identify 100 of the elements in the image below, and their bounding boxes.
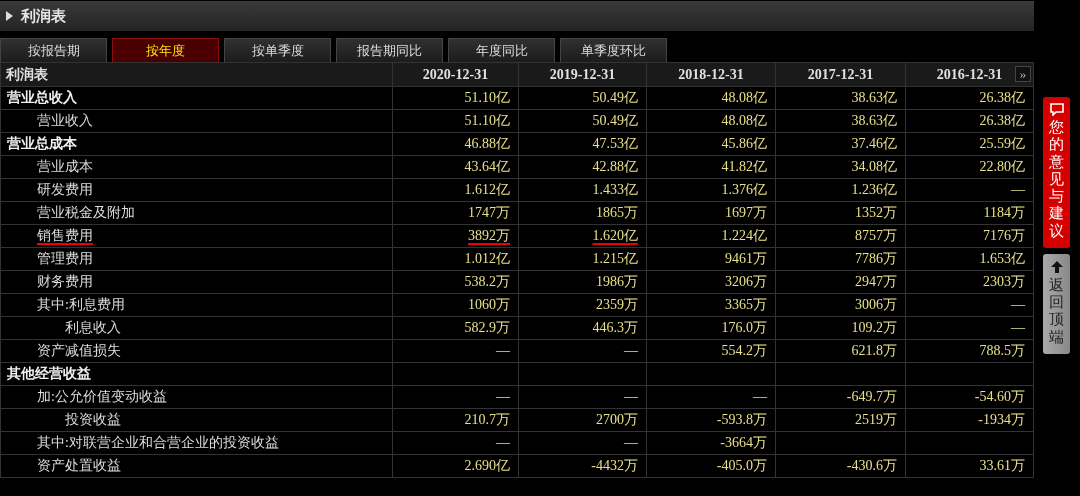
table-cell: 446.3万 (592, 320, 638, 335)
table-cell: 2359万 (596, 297, 638, 312)
row-label: 销售费用 (37, 227, 93, 245)
row-label: 管理费用 (37, 250, 93, 268)
tab[interactable]: 按单季度 (224, 38, 331, 62)
table-cell: 2519万 (855, 412, 897, 427)
table-cell: 26.38亿 (979, 90, 1025, 105)
table-cell: 210.7万 (464, 412, 510, 427)
back-to-top-button[interactable]: 返回顶端 (1043, 253, 1070, 354)
table-cell: 1.433亿 (592, 182, 638, 197)
table-cell: 621.8万 (851, 343, 897, 358)
speech-bubble-icon (1049, 103, 1064, 116)
table-cell: -1934万 (978, 412, 1025, 427)
row-label: 利息收入 (65, 319, 121, 337)
table-cell: — (1011, 320, 1025, 335)
table-cell: 45.86亿 (721, 136, 767, 151)
table-cell: — (624, 435, 638, 450)
table-cell: — (496, 389, 510, 404)
table-cell: 2700万 (596, 412, 638, 427)
table-cell: -405.0万 (716, 458, 767, 473)
row-label: 其中:对联营企业和合营企业的投资收益 (37, 434, 279, 452)
row-label: 投资收益 (65, 411, 121, 429)
table-cell: — (753, 389, 767, 404)
table-cell: 22.80亿 (979, 159, 1025, 174)
table-cell: -649.7万 (846, 389, 897, 404)
table-cell: 51.10亿 (464, 113, 510, 128)
tab[interactable]: 按报告期 (0, 38, 107, 62)
table-cell: 25.59亿 (979, 136, 1025, 151)
table-cell: 3365万 (725, 297, 767, 312)
table-cell: 50.49亿 (592, 113, 638, 128)
table-cell: 538.2万 (464, 274, 510, 289)
table-cell: 3892万 (468, 228, 510, 243)
table-cell: 1697万 (725, 205, 767, 220)
row-label: 营业成本 (37, 158, 93, 176)
table-cell: 7176万 (983, 228, 1025, 243)
table-cell: 1.012亿 (464, 251, 510, 266)
table-cell: 34.08亿 (851, 159, 897, 174)
table-cell: 9461万 (725, 251, 767, 266)
column-header: 2017-12-31 (807, 66, 874, 82)
table-cell: 1.653亿 (979, 251, 1025, 266)
feedback-button[interactable]: 您的意见与建议 (1043, 97, 1070, 248)
up-arrow-icon (1049, 259, 1064, 274)
tab[interactable]: 年度同比 (448, 38, 555, 62)
table-cell: 37.46亿 (851, 136, 897, 151)
table-cell: 2303万 (983, 274, 1025, 289)
row-label: 营业总收入 (7, 89, 77, 107)
table-cell: 42.88亿 (592, 159, 638, 174)
row-label: 营业总成本 (7, 135, 77, 153)
table-cell: 38.63亿 (851, 113, 897, 128)
table-cell: 582.9万 (464, 320, 510, 335)
column-header: 2016-12-31 (936, 66, 1003, 82)
table-cell: 1060万 (468, 297, 510, 312)
row-label: 其他经营收益 (7, 365, 91, 383)
table-cell: 1.620亿 (592, 228, 638, 243)
table-cell: -4432万 (591, 458, 638, 473)
more-columns-button[interactable]: » (1015, 66, 1031, 82)
table-cell: 51.10亿 (464, 90, 510, 105)
table-cell: 3206万 (725, 274, 767, 289)
tab[interactable]: 单季度环比 (560, 38, 667, 62)
table-cell: 50.49亿 (592, 90, 638, 105)
table-cell: — (496, 343, 510, 358)
table-cell: 38.63亿 (851, 90, 897, 105)
table-cell: 176.0万 (721, 320, 767, 335)
column-header: 2018-12-31 (678, 66, 744, 82)
column-header: 2019-12-31 (549, 66, 616, 82)
table-cell: 1865万 (596, 205, 638, 220)
table-cell: -3664万 (720, 435, 767, 450)
tab[interactable]: 按年度 (112, 38, 219, 62)
table-cell: 109.2万 (851, 320, 897, 335)
table-cell: 47.53亿 (592, 136, 638, 151)
table-cell: 554.2万 (721, 343, 767, 358)
table-cell: 26.38亿 (979, 113, 1025, 128)
table-cell: 48.08亿 (721, 113, 767, 128)
column-header: 利润表 (6, 66, 48, 82)
table-cell: — (496, 435, 510, 450)
table-cell: — (1011, 182, 1025, 197)
row-label: 加:公允价值变动收益 (37, 388, 167, 406)
table-cell: 2.690亿 (464, 458, 510, 473)
table-cell: -430.6万 (846, 458, 897, 473)
table-cell: 8757万 (855, 228, 897, 243)
row-label: 研发费用 (37, 181, 93, 199)
tab[interactable]: 报告期同比 (336, 38, 443, 62)
table-cell: 1352万 (855, 205, 897, 220)
table-cell: 1.612亿 (464, 182, 510, 197)
table-cell: — (624, 389, 638, 404)
table-cell: 3006万 (855, 297, 897, 312)
table-cell: -593.8万 (716, 412, 767, 427)
table-cell: 1.376亿 (721, 182, 767, 197)
table-cell: 1747万 (468, 205, 510, 220)
column-header: 2020-12-31 (422, 66, 489, 82)
table-cell: 1184万 (983, 205, 1025, 220)
table-cell: 1.224亿 (721, 228, 767, 243)
row-label: 资产减值损失 (37, 342, 121, 360)
table-cell: — (1011, 297, 1025, 312)
table-cell: 788.5万 (979, 343, 1025, 358)
row-label: 财务费用 (37, 273, 93, 291)
table-cell: 41.82亿 (721, 159, 767, 174)
row-label: 营业税金及附加 (37, 204, 135, 222)
panel-title: 利润表 (21, 6, 66, 26)
table-cell: — (624, 343, 638, 358)
